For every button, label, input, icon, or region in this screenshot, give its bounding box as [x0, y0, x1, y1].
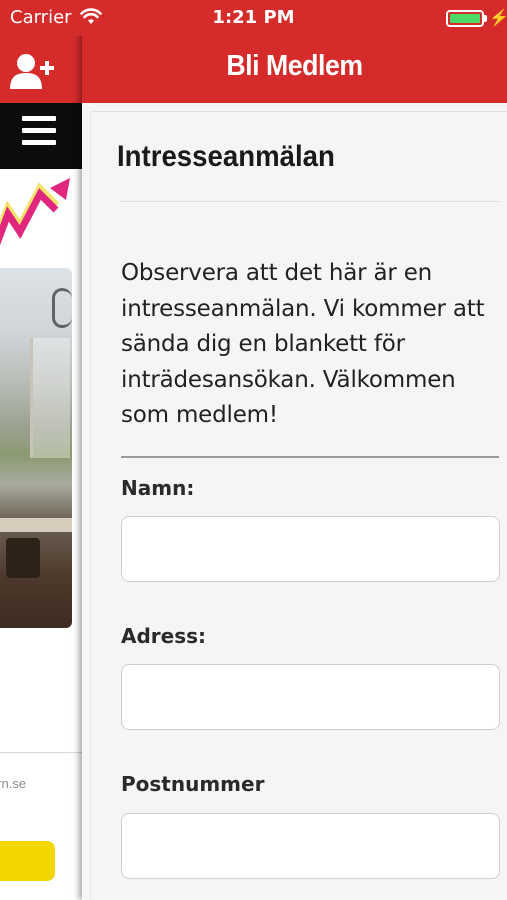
battery-level [450, 14, 480, 23]
battery-icon [446, 10, 484, 27]
battery-tip [484, 15, 487, 22]
email-link[interactable]: ern.se [0, 776, 82, 791]
office-photo [0, 268, 72, 628]
add-user-icon[interactable] [9, 52, 55, 90]
intro-text: Observera att det här är en intresseanmä… [121, 260, 485, 428]
clock: 1:21 PM [212, 7, 295, 28]
yellow-action-button[interactable] [0, 841, 55, 881]
postal-code-field[interactable] [121, 813, 500, 879]
address-label: Adress: [121, 624, 207, 648]
section-divider [121, 456, 499, 458]
left-divider [0, 752, 82, 753]
status-bar: Carrier 1:21 PM ⚡ [0, 0, 507, 36]
form-title: Intresseanmälan [117, 140, 335, 173]
charging-bolt-icon: ⚡ [489, 10, 507, 27]
postal-code-label: Postnummer [121, 772, 265, 796]
hamburger-menu-icon[interactable] [22, 116, 56, 148]
membership-drawer: Bli Medlem Intresseanmälan Observera att… [82, 0, 507, 900]
title-divider [121, 201, 499, 202]
name-label: Namn: [121, 476, 195, 500]
name-field[interactable] [121, 516, 500, 582]
trend-arrow-icon [0, 178, 70, 246]
address-field[interactable] [121, 664, 500, 730]
page-title: Bli Medlem [226, 50, 363, 82]
